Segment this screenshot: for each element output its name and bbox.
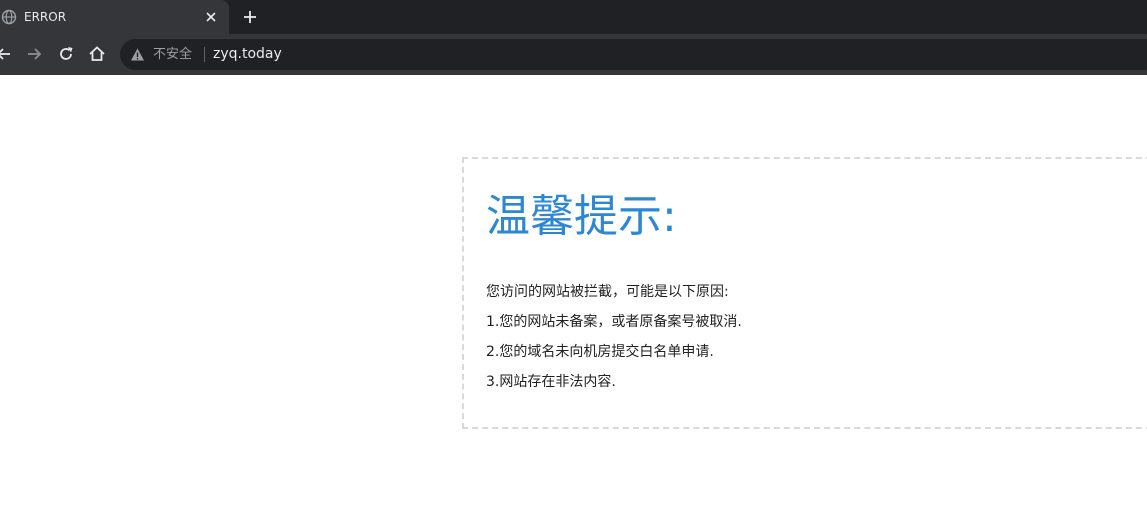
globe-icon (1, 9, 17, 25)
close-icon[interactable] (202, 8, 220, 26)
arrow-left-icon[interactable] (0, 44, 14, 64)
tab-strip: ERROR (0, 0, 1147, 34)
url-text[interactable]: zyq.today (213, 46, 282, 62)
tab-title: ERROR (24, 10, 67, 24)
notice-line-intro: 您访问的网站被拦截，可能是以下原因: (486, 284, 729, 300)
notice-title: 温馨提示: (486, 191, 677, 242)
warning-triangle-icon[interactable] (130, 47, 145, 62)
omnibox-divider (204, 47, 205, 62)
toolbar: 不安全 zyq.today (0, 34, 1147, 75)
notice-line-reason-3: 3.网站存在非法内容. (486, 374, 616, 390)
reload-icon[interactable] (56, 44, 76, 64)
security-label[interactable]: 不安全 (153, 47, 192, 62)
page-content: 温馨提示: 您访问的网站被拦截，可能是以下原因: 1.您的网站未备案，或者原备案… (0, 75, 1147, 505)
plus-icon[interactable] (240, 7, 260, 27)
tab-error[interactable]: ERROR (0, 0, 229, 34)
arrow-right-icon[interactable] (24, 44, 44, 64)
browser-window: ERROR 不安全 zyq.today 温馨提示: 您访问的网站被拦截，可能是以… (0, 0, 1147, 505)
notice-list: 您访问的网站被拦截，可能是以下原因: 1.您的网站未备案，或者原备案号被取消. … (486, 277, 742, 397)
address-bar[interactable]: 不安全 zyq.today (120, 39, 1147, 70)
notice-line-reason-1: 1.您的网站未备案，或者原备案号被取消. (486, 314, 742, 330)
notice-box: 温馨提示: 您访问的网站被拦截，可能是以下原因: 1.您的网站未备案，或者原备案… (462, 157, 1147, 429)
home-icon[interactable] (87, 44, 107, 64)
notice-line-reason-2: 2.您的域名未向机房提交白名单申请. (486, 344, 714, 360)
